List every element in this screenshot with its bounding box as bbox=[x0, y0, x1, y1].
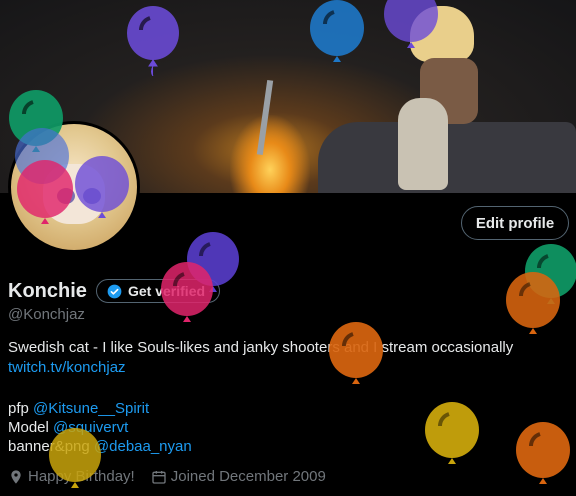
banner-bonfire bbox=[230, 115, 310, 193]
calendar-icon bbox=[152, 470, 166, 484]
balloon-decoration bbox=[17, 160, 73, 224]
balloon-decoration bbox=[384, 0, 438, 48]
balloon-decoration bbox=[310, 0, 364, 62]
balloon-decoration bbox=[329, 322, 383, 384]
banner-knight bbox=[398, 98, 448, 190]
bio-credit-label: Model bbox=[8, 419, 54, 436]
bio-credit-pfp: pfp @Kitsune__Spirit bbox=[8, 400, 149, 417]
verified-badge-icon bbox=[107, 284, 122, 298]
joined-item: Joined December 2009 bbox=[151, 468, 326, 485]
balloon-decoration bbox=[516, 422, 570, 484]
balloon-decoration bbox=[127, 6, 179, 76]
balloon-decoration bbox=[161, 262, 213, 322]
balloon-decoration bbox=[425, 402, 479, 464]
display-name: Konchie bbox=[8, 280, 87, 302]
bio-text: Swedish cat - I like Souls-likes and jan… bbox=[8, 339, 514, 356]
balloon-decoration bbox=[506, 272, 560, 334]
joined-text: Joined December 2009 bbox=[170, 468, 326, 485]
balloon-decoration bbox=[49, 428, 101, 488]
location-pin-icon bbox=[11, 469, 21, 484]
edit-profile-button[interactable]: Edit profile bbox=[461, 206, 569, 240]
balloon-decoration bbox=[75, 156, 129, 218]
user-handle: @Konchjaz bbox=[8, 306, 85, 323]
bio-credit-label: pfp bbox=[8, 400, 34, 417]
mention-link[interactable]: @debaa_nyan bbox=[94, 438, 192, 455]
bio-link-twitch[interactable]: twitch.tv/konchjaz bbox=[8, 359, 126, 376]
mention-link[interactable]: @Kitsune__Spirit bbox=[33, 400, 149, 417]
